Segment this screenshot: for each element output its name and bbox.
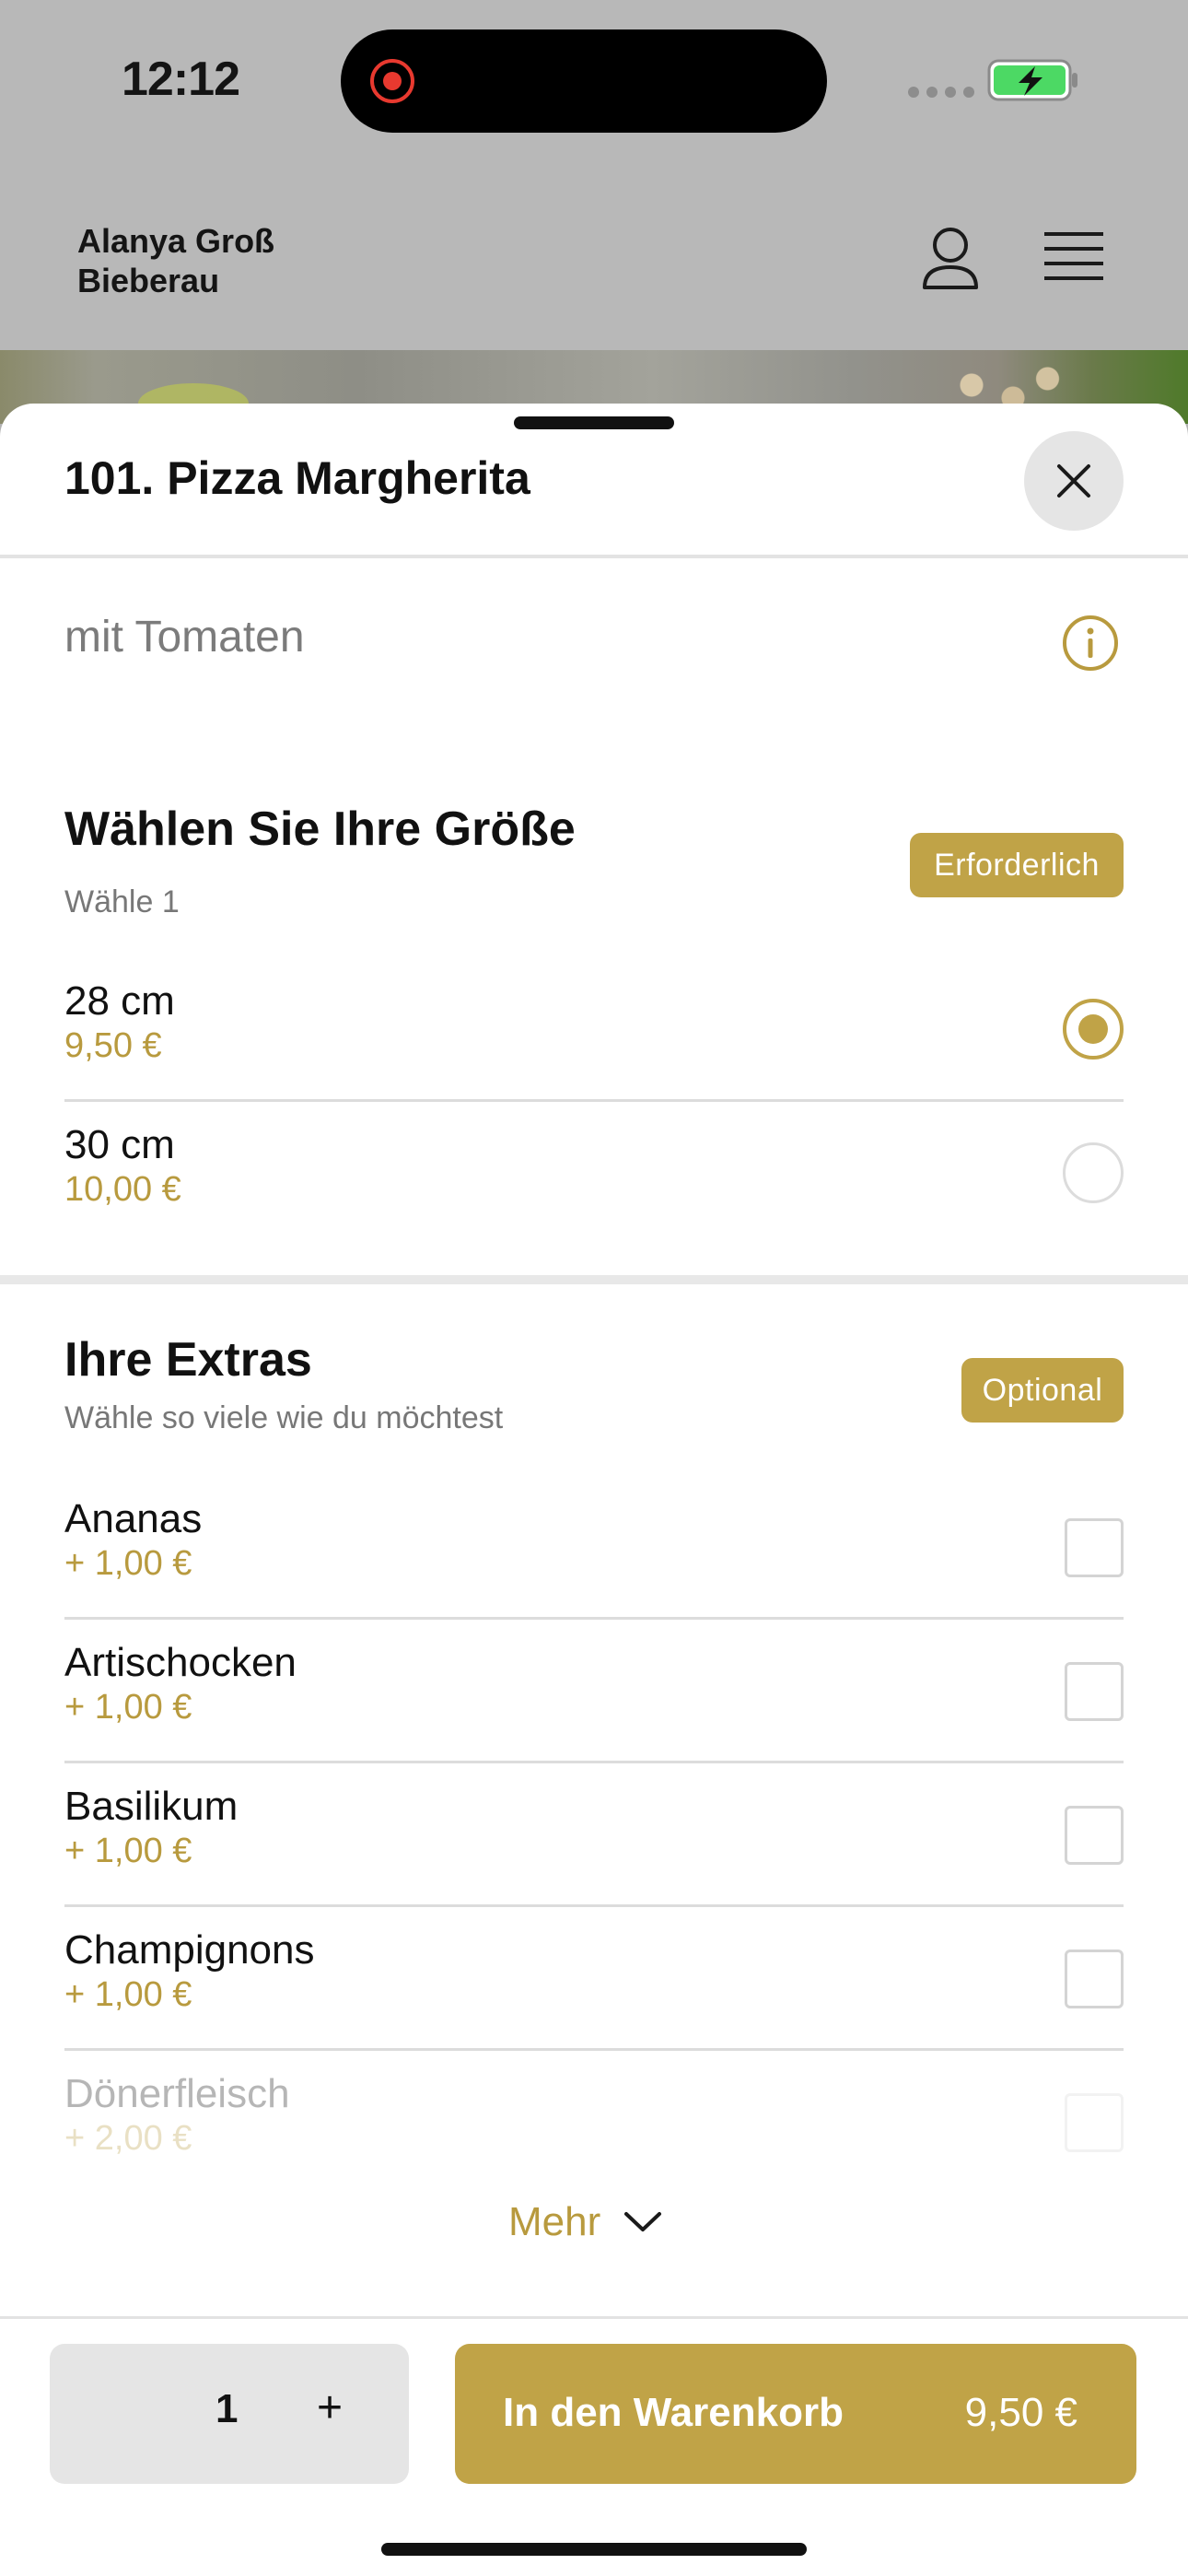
extra-option[interactable]: Artischocken + 1,00 € xyxy=(64,1620,1124,1763)
add-to-cart-label: In den Warenkorb xyxy=(503,2390,844,2435)
size-option-price: 9,50 € xyxy=(64,1026,162,1065)
section-separator xyxy=(0,1275,1188,1284)
extra-option-name: Champignons xyxy=(64,1927,315,1973)
extra-option-name: Dönerfleisch xyxy=(64,2071,290,2116)
close-icon xyxy=(1057,464,1090,498)
restaurant-name: Alanya Groß Bieberau xyxy=(77,222,275,299)
extra-checkbox[interactable] xyxy=(1065,1518,1124,1577)
recording-icon xyxy=(370,59,414,103)
size-option-name: 30 cm xyxy=(64,1122,175,1167)
quantity-value: 1 xyxy=(215,2386,239,2431)
increment-button[interactable]: + xyxy=(317,2383,343,2433)
close-button[interactable] xyxy=(1024,431,1124,531)
battery-icon xyxy=(987,59,1077,101)
optional-badge: Optional xyxy=(961,1358,1124,1423)
extra-option[interactable]: Ananas + 1,00 € xyxy=(64,1476,1124,1620)
extra-option-price: + 1,00 € xyxy=(64,1975,192,2014)
extra-option-price: + 1,00 € xyxy=(64,1544,192,1583)
product-sheet: 101. Pizza Margherita mit Tomaten Wählen… xyxy=(0,404,1188,2576)
add-to-cart-button[interactable]: In den Warenkorb 9,50 € xyxy=(455,2344,1136,2484)
size-radio-selected[interactable] xyxy=(1063,999,1124,1060)
extra-checkbox[interactable] xyxy=(1065,1806,1124,1865)
extra-option-name: Ananas xyxy=(64,1496,203,1541)
status-time: 12:12 xyxy=(122,53,240,106)
show-more-label: Mehr xyxy=(508,2199,601,2244)
extra-option-price: + 1,00 € xyxy=(64,1832,192,1870)
status-bar: 12:12 xyxy=(0,0,1188,166)
extra-option-price: + 2,00 € xyxy=(64,2119,192,2158)
extras-section-title: Ihre Extras xyxy=(64,1333,312,1387)
size-radio[interactable] xyxy=(1063,1142,1124,1203)
dynamic-island xyxy=(341,29,827,133)
size-option[interactable]: 30 cm 10,00 € xyxy=(64,1102,1124,1246)
home-indicator xyxy=(381,2543,807,2556)
extra-option[interactable]: Basilikum + 1,00 € xyxy=(64,1763,1124,1907)
footer-divider xyxy=(0,2316,1188,2319)
size-section-subtitle: Wähle 1 xyxy=(64,884,180,919)
size-option-name: 28 cm xyxy=(64,978,175,1024)
app-header: Alanya Groß Bieberau xyxy=(0,166,1188,350)
size-section-title: Wählen Sie Ihre Größe xyxy=(64,802,576,856)
add-to-cart-price: 9,50 € xyxy=(964,2390,1077,2435)
extra-checkbox[interactable] xyxy=(1065,1950,1124,2008)
extra-checkbox[interactable] xyxy=(1065,2093,1124,2152)
required-badge: Erforderlich xyxy=(910,833,1124,897)
extra-checkbox[interactable] xyxy=(1065,1662,1124,1721)
size-option[interactable]: 28 cm 9,50 € xyxy=(64,958,1124,1102)
show-more-button[interactable]: Mehr xyxy=(508,2195,663,2250)
extra-option[interactable]: Dönerfleisch + 2,00 € xyxy=(64,2051,1124,2195)
quantity-stepper[interactable]: 1 + xyxy=(50,2344,409,2484)
chevron-down-icon xyxy=(624,2212,662,2231)
product-title: 101. Pizza Margherita xyxy=(64,452,530,504)
signal-icon xyxy=(908,87,974,98)
menu-icon[interactable] xyxy=(1044,230,1103,284)
extra-option-name: Basilikum xyxy=(64,1784,239,1829)
size-option-price: 10,00 € xyxy=(64,1170,181,1209)
extras-section-subtitle: Wähle so viele wie du möchtest xyxy=(64,1400,504,1435)
product-description: mit Tomaten xyxy=(64,613,305,662)
extra-option-name: Artischocken xyxy=(64,1640,297,1685)
info-icon[interactable] xyxy=(1061,614,1120,673)
sheet-grabber[interactable] xyxy=(514,416,674,429)
extra-option[interactable]: Champignons + 1,00 € xyxy=(64,1907,1124,2051)
title-divider xyxy=(0,555,1188,558)
user-icon[interactable] xyxy=(921,225,980,291)
extra-option-price: + 1,00 € xyxy=(64,1688,192,1727)
